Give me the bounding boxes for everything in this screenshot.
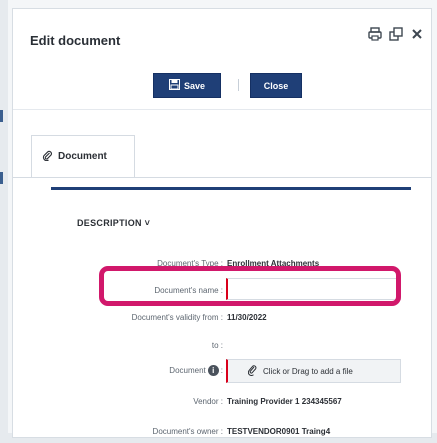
- close-icon[interactable]: [409, 26, 425, 42]
- chevron-down-icon: ˅: [141, 218, 151, 228]
- divider: [13, 109, 431, 110]
- background-marker: [0, 172, 3, 184]
- document-owner-label: Document's owner :: [152, 427, 223, 436]
- background-edge-left: [0, 0, 8, 443]
- panel-accent-bar: [51, 187, 411, 190]
- edit-document-dialog: Edit document Save Close Document DESCRI…: [12, 8, 432, 438]
- file-drop-zone[interactable]: Click or Drag to add a file: [226, 359, 401, 383]
- vendor-value: Training Provider 1 234345567: [227, 397, 342, 406]
- info-icon[interactable]: i: [207, 365, 219, 376]
- print-icon[interactable]: [367, 26, 383, 42]
- toolbar: Save Close: [13, 65, 431, 107]
- save-button[interactable]: Save: [153, 73, 221, 98]
- dialog-title: Edit document: [30, 33, 121, 48]
- dialog-header: Edit document: [13, 9, 431, 61]
- save-icon: [168, 79, 180, 92]
- validity-to-label: to :: [211, 341, 223, 350]
- file-drop-text: Click or Drag to add a file: [263, 366, 353, 376]
- tab-document-label: Document: [58, 151, 107, 162]
- background-marker: [0, 110, 3, 122]
- description-panel: DESCRIPTION ˅ Document's Type : Enrollme…: [51, 187, 411, 437]
- section-title[interactable]: DESCRIPTION ˅: [77, 218, 150, 228]
- close-button-label: Close: [263, 80, 289, 91]
- validity-from-label: Document's validity from :: [131, 313, 223, 322]
- validity-from-value[interactable]: 11/30/2022: [227, 313, 267, 322]
- highlight-box: [99, 266, 401, 306]
- paperclip-icon: [42, 150, 53, 164]
- vendor-label: Vendor :: [193, 397, 223, 406]
- popout-icon[interactable]: [388, 26, 404, 42]
- close-button[interactable]: Close: [250, 73, 302, 98]
- document-file-label: Document i :: [169, 365, 223, 376]
- tab-underline: [13, 177, 431, 178]
- document-owner-value: TESTVENDOR0901 Traing4: [227, 427, 331, 436]
- tab-document[interactable]: Document: [31, 135, 135, 177]
- window-controls: [367, 26, 425, 42]
- save-button-label: Save: [183, 80, 206, 91]
- toolbar-separator: [238, 79, 239, 91]
- paperclip-icon: [247, 364, 257, 378]
